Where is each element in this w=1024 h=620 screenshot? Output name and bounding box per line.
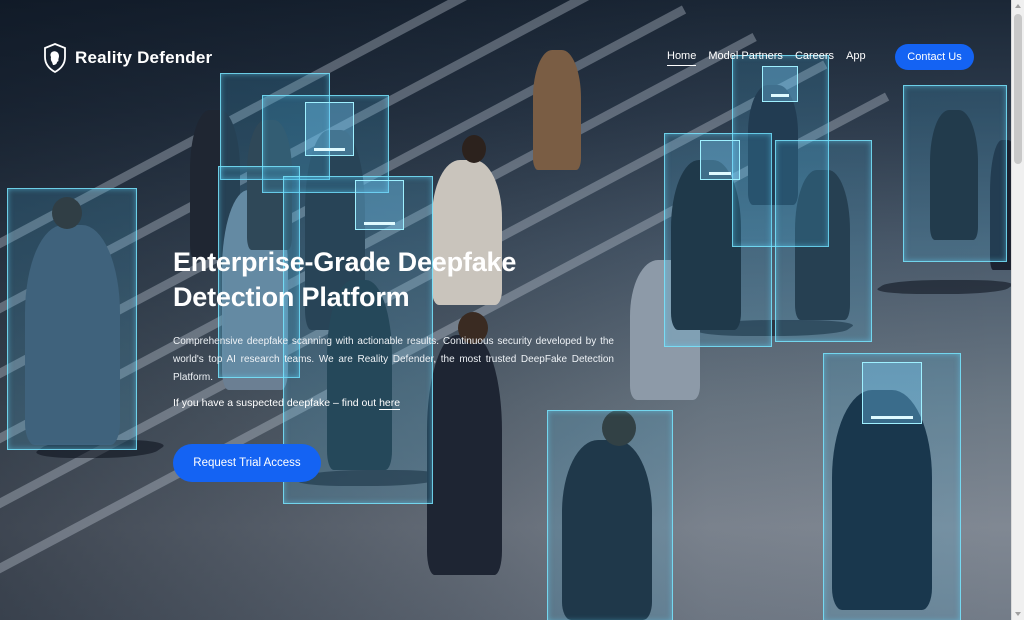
nav-item-home[interactable]: Home — [667, 50, 697, 66]
nav-item-app[interactable]: App — [846, 50, 866, 62]
contact-us-button[interactable]: Contact Us — [895, 44, 974, 70]
scroll-up-icon[interactable] — [1015, 4, 1021, 8]
hero-description: Comprehensive deepfake scanning with act… — [173, 336, 614, 383]
site-header: Reality Defender Home Model Partners Car… — [0, 0, 1012, 115]
brand-name: Reality Defender — [75, 48, 213, 67]
scrollbar-thumb[interactable] — [1014, 14, 1022, 164]
suspected-deepfake-prompt: If you have a suspected deepfake – find … — [173, 397, 614, 410]
request-trial-access-button[interactable]: Request Trial Access — [173, 444, 321, 482]
hero-title-line-2: Detection Platform — [173, 282, 410, 312]
hero-title: Enterprise-Grade Deepfake Detection Plat… — [173, 245, 614, 315]
shield-face-icon — [44, 43, 66, 73]
brand-logo[interactable]: Reality Defender — [43, 43, 212, 73]
find-out-here-link[interactable]: here — [379, 397, 401, 410]
nav-item-model-partners[interactable]: Model Partners — [708, 50, 783, 62]
hero-title-line-1: Enterprise-Grade Deepfake — [173, 247, 517, 277]
vertical-scrollbar[interactable] — [1011, 0, 1024, 620]
nav-item-careers[interactable]: Careers — [795, 50, 834, 62]
hero-content: Enterprise-Grade Deepfake Detection Plat… — [173, 245, 614, 410]
scroll-down-icon[interactable] — [1015, 612, 1021, 616]
main-nav: Home Model Partners Careers App — [667, 50, 866, 66]
prompt-text: If you have a suspected deepfake – find … — [173, 397, 380, 409]
